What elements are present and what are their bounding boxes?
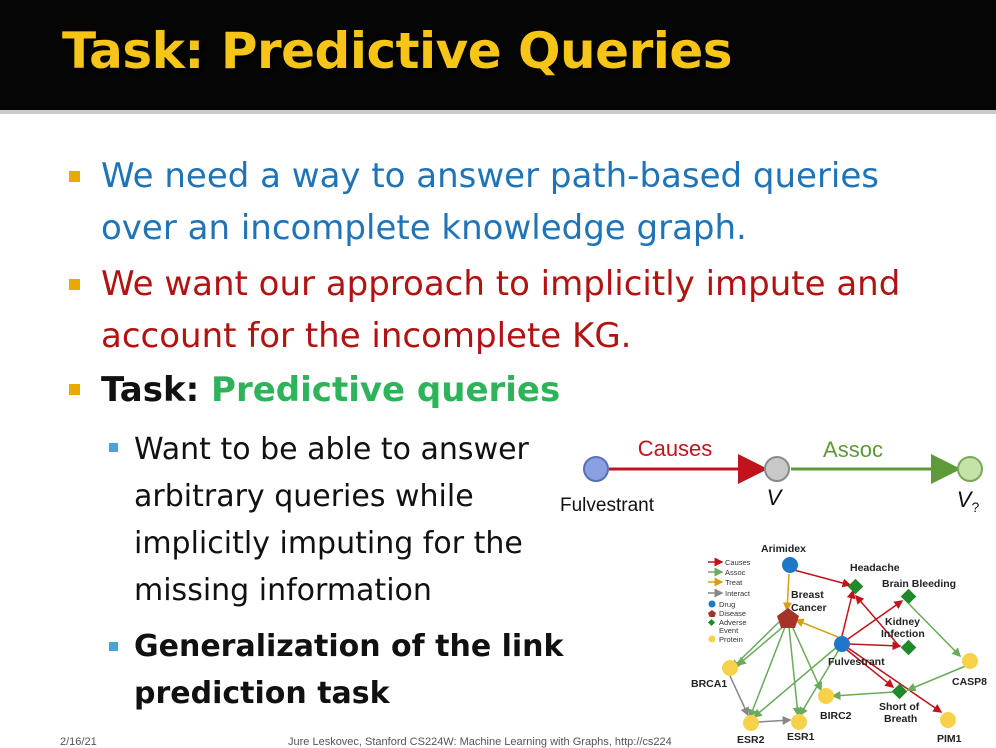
label-infection: Infection xyxy=(881,628,925,640)
bullet-1-line-1: We need a way to answer path-based queri… xyxy=(101,156,879,196)
anchor-label: Fulvestrant xyxy=(560,495,655,516)
path-query-diagram: Causes Assoc Fulvestrant V V? xyxy=(560,436,983,516)
title-bar: Task: Predictive Queries xyxy=(0,0,996,110)
subbullet-2-line-1: Generalization of the link xyxy=(134,629,564,664)
title-divider xyxy=(0,110,996,114)
bullet-marker xyxy=(69,279,80,290)
node-short-of-breath xyxy=(891,683,908,700)
node-pim1 xyxy=(940,712,956,728)
bullet-3: Task: Predictive queries xyxy=(101,364,560,416)
node-arimidex xyxy=(782,557,798,573)
slide-title: Task: Predictive Queries xyxy=(62,22,733,80)
node-headache xyxy=(847,578,864,595)
bullet-3-highlight: Predictive queries xyxy=(211,370,561,410)
target-node xyxy=(957,456,983,482)
causes-label: Causes xyxy=(638,436,713,461)
knowledge-graph: Causes Assoc Treat Interact Drug Disease… xyxy=(691,543,987,744)
subbullet-1-line-4: missing information xyxy=(134,573,432,608)
subbullet-marker xyxy=(109,443,118,452)
bullet-1-line-2: over an incomplete knowledge graph. xyxy=(101,208,747,248)
variable-node xyxy=(764,456,790,482)
subbullet-1-line-1: Want to be able to answer xyxy=(134,432,529,467)
node-kidney-infection xyxy=(900,639,917,656)
node-fulvestrant xyxy=(834,636,850,652)
legend-drug: Drug xyxy=(719,600,735,609)
bullet-2-line-1: We want our approach to implicitly imput… xyxy=(101,264,901,304)
label-breast: Breast xyxy=(791,589,824,601)
label-cancer: Cancer xyxy=(791,602,827,614)
label-brca1: BRCA1 xyxy=(691,678,727,690)
label-arimidex: Arimidex xyxy=(761,543,806,555)
label-esr2: ESR2 xyxy=(737,734,765,744)
variable-label: V xyxy=(767,485,784,510)
node-esr1 xyxy=(791,714,807,730)
legend-treat: Treat xyxy=(725,578,743,587)
bullet-marker xyxy=(69,171,80,182)
bullet-3-prefix: Task: xyxy=(101,370,212,410)
legend-assoc: Assoc xyxy=(725,568,746,577)
node-esr2 xyxy=(743,715,759,731)
legend-disease: Disease xyxy=(719,609,746,618)
subbullet-1-line-2: arbitrary queries while xyxy=(134,479,474,514)
node-brain-bleeding xyxy=(900,588,917,605)
legend-interact: Interact xyxy=(725,589,751,598)
legend-causes: Causes xyxy=(725,558,751,567)
footer-date: 2/16/21 xyxy=(60,736,97,748)
kg-legend: Causes Assoc Treat Interact Drug Disease… xyxy=(707,557,751,644)
node-birc2 xyxy=(818,688,834,704)
anchor-node xyxy=(583,456,609,482)
label-birc2: BIRC2 xyxy=(820,710,852,722)
label-fulvestrant: Fulvestrant xyxy=(828,656,885,668)
bullet-marker xyxy=(69,384,80,395)
subbullet-2-line-2: prediction task xyxy=(134,676,390,711)
assoc-label: Assoc xyxy=(823,437,883,462)
label-breath: Breath xyxy=(884,713,917,725)
bullet-2-line-2: account for the incomplete KG. xyxy=(101,316,632,356)
label-casp8: CASP8 xyxy=(952,676,987,688)
label-esr1: ESR1 xyxy=(787,731,815,743)
label-headache: Headache xyxy=(850,562,900,574)
target-label: V? xyxy=(957,487,980,515)
node-casp8 xyxy=(962,653,978,669)
legend-protein: Protein xyxy=(719,635,743,644)
label-kidney: Kidney xyxy=(885,616,920,628)
subbullet-1-line-3: implicitly imputing for the xyxy=(134,526,523,561)
label-short: Short of xyxy=(879,701,920,713)
label-pim1: PIM1 xyxy=(937,733,962,744)
label-brain-bleeding: Brain Bleeding xyxy=(882,578,956,590)
target-label-sub: ? xyxy=(971,499,979,515)
node-brca1 xyxy=(722,660,738,676)
legend-event: Event xyxy=(719,626,739,635)
footer-credit: Jure Leskovec, Stanford CS224W: Machine … xyxy=(288,736,672,748)
subbullet-marker xyxy=(109,642,118,651)
